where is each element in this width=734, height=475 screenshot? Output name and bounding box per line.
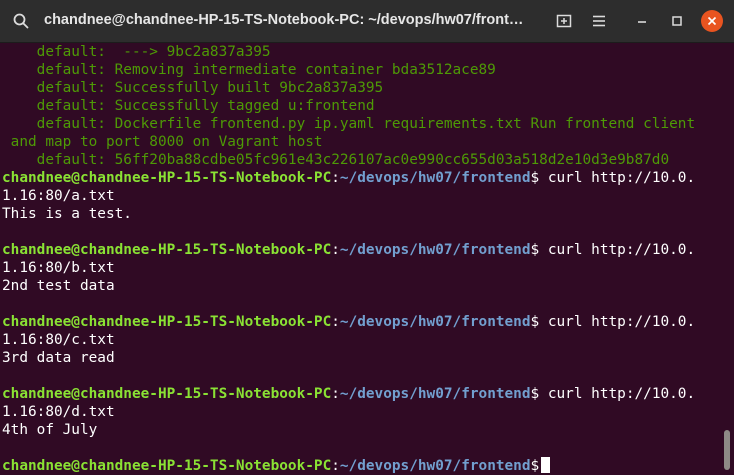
output-line: default: Successfully tagged u:frontend	[2, 98, 375, 114]
command-output: 4th of July	[2, 422, 98, 438]
prompt-dollar: $	[530, 242, 540, 258]
search-icon[interactable]	[11, 11, 31, 31]
active-prompt-line[interactable]: chandnee@chandnee-HP-15-TS-Notebook-PC:~…	[2, 457, 551, 475]
output-line: default: Successfully built 9bc2a837a395	[2, 80, 384, 96]
command-continuation: 1.16:80/c.txt	[2, 332, 115, 348]
command-output: This is a test.	[2, 206, 132, 222]
command-continuation: 1.16:80/b.txt	[2, 260, 115, 276]
command-output: 3rd data read	[2, 350, 115, 366]
output-line: default: Removing intermediate container…	[2, 62, 496, 78]
prompt-colon: :	[331, 314, 340, 330]
title-bar: chandnee@chandnee-HP-15-TS-Notebook-PC: …	[0, 0, 734, 43]
hamburger-menu-icon[interactable]	[589, 11, 609, 31]
prompt-user-host: chandnee@chandnee-HP-15-TS-Notebook-PC	[2, 458, 332, 474]
prompt-dollar: $	[530, 386, 540, 402]
command-text: curl http://10.0.	[539, 242, 696, 258]
new-tab-icon[interactable]	[554, 11, 574, 31]
prompt-dollar: $	[530, 170, 540, 186]
output-line: default: 56ff20ba88cdbe05fc961e43c226107…	[2, 152, 670, 168]
prompt-user-host: chandnee@chandnee-HP-15-TS-Notebook-PC	[2, 170, 332, 186]
prompt-dollar: $	[530, 458, 540, 474]
prompt-user-host: chandnee@chandnee-HP-15-TS-Notebook-PC	[2, 314, 332, 330]
prompt-path: ~/devops/hw07/frontend	[339, 386, 531, 402]
prompt-path: ~/devops/hw07/frontend	[339, 242, 531, 258]
prompt-colon: :	[331, 386, 340, 402]
command-continuation: 1.16:80/a.txt	[2, 188, 115, 204]
prompt-user-host: chandnee@chandnee-HP-15-TS-Notebook-PC	[2, 386, 332, 402]
terminal-output[interactable]: default: ---> 9bc2a837a395 default: Remo…	[0, 42, 722, 475]
prompt-line: chandnee@chandnee-HP-15-TS-Notebook-PC:~…	[2, 241, 695, 259]
command-output: 2nd test data	[2, 278, 115, 294]
window-title: chandnee@chandnee-HP-15-TS-Notebook-PC: …	[44, 12, 528, 28]
command-text: curl http://10.0.	[539, 314, 696, 330]
prompt-colon: :	[331, 458, 340, 474]
command-continuation: 1.16:80/d.txt	[2, 404, 115, 420]
close-icon[interactable]	[701, 10, 723, 32]
output-line: and map to port 8000 on Vagrant host	[2, 134, 323, 150]
prompt-line: chandnee@chandnee-HP-15-TS-Notebook-PC:~…	[2, 313, 695, 331]
command-text: curl http://10.0.	[539, 386, 696, 402]
prompt-path: ~/devops/hw07/frontend	[339, 170, 531, 186]
output-line: default: ---> 9bc2a837a395	[2, 44, 271, 60]
prompt-line: chandnee@chandnee-HP-15-TS-Notebook-PC:~…	[2, 385, 695, 403]
terminal-window: chandnee@chandnee-HP-15-TS-Notebook-PC: …	[0, 0, 734, 475]
prompt-path: ~/devops/hw07/frontend	[339, 458, 531, 474]
prompt-colon: :	[331, 242, 340, 258]
command-text: curl http://10.0.	[539, 170, 696, 186]
maximize-icon[interactable]	[667, 11, 687, 31]
output-line: default: Dockerfile frontend.py ip.yaml …	[2, 116, 696, 132]
prompt-user-host: chandnee@chandnee-HP-15-TS-Notebook-PC	[2, 242, 332, 258]
scrollbar-thumb[interactable]	[724, 430, 730, 470]
prompt-path: ~/devops/hw07/frontend	[339, 314, 531, 330]
prompt-colon: :	[331, 170, 340, 186]
prompt-line: chandnee@chandnee-HP-15-TS-Notebook-PC:~…	[2, 169, 695, 187]
prompt-dollar: $	[530, 314, 540, 330]
text-cursor	[541, 457, 551, 473]
minimize-icon[interactable]	[632, 11, 652, 31]
